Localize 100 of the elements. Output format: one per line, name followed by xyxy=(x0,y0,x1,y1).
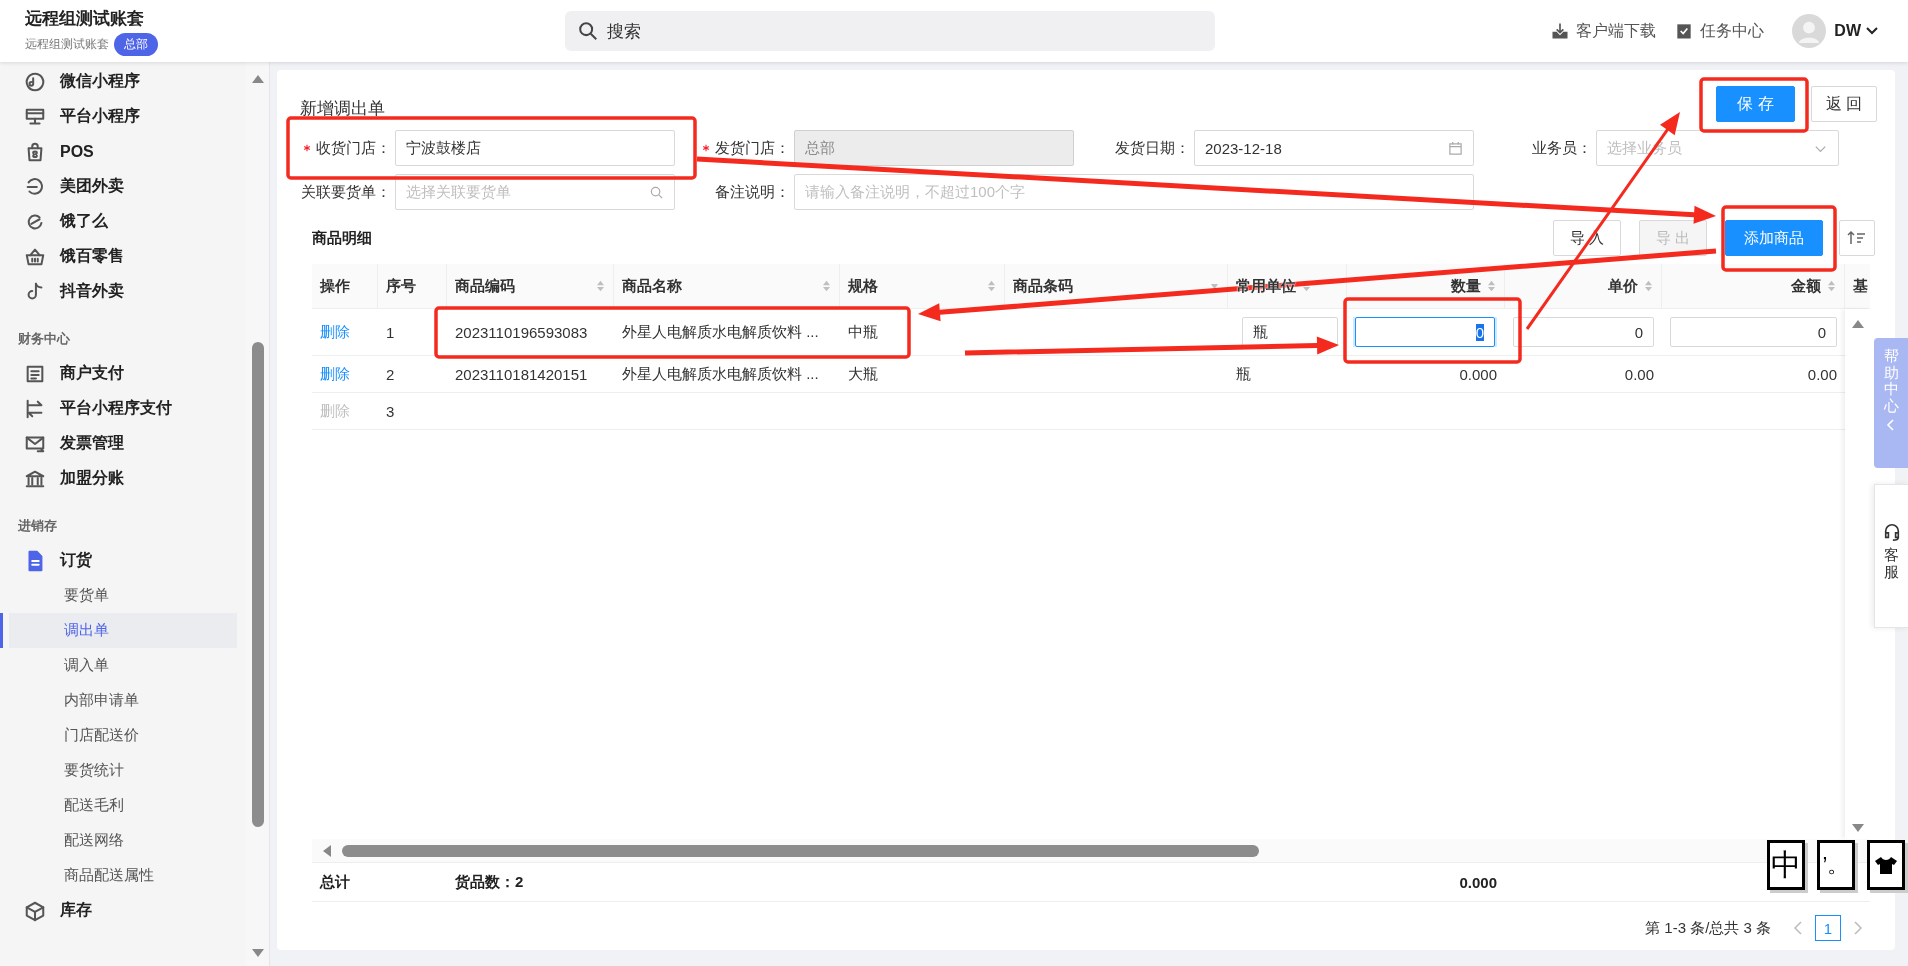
submenu-item[interactable]: 内部申请单 xyxy=(0,683,246,718)
sort-arrows-icon[interactable] xyxy=(1644,279,1653,293)
submenu-item[interactable]: 配送毛利 xyxy=(0,788,246,823)
column-header[interactable]: 单价 xyxy=(1608,276,1638,296)
number-field[interactable]: 0 xyxy=(1355,317,1495,347)
asterisk-icon xyxy=(303,144,311,152)
search-field[interactable]: 搜索 xyxy=(565,11,1215,51)
scroll-down-icon[interactable] xyxy=(1850,823,1865,833)
table-cell: 2 xyxy=(386,365,395,383)
sort-icon xyxy=(1847,230,1867,246)
submenu-item[interactable]: 配送网络 xyxy=(0,823,246,858)
header-action[interactable]: 任务中心 xyxy=(1674,20,1765,42)
sort-arrows-icon[interactable] xyxy=(596,279,605,293)
scroll-up-icon[interactable] xyxy=(1850,319,1865,329)
ime-key[interactable]: 中 xyxy=(1767,840,1805,890)
field-label: 关联要货单： xyxy=(301,182,391,202)
table-cell: 外星人电解质水电解质饮料 ... xyxy=(622,364,819,382)
submenu-item[interactable]: 要货统计 xyxy=(0,753,246,788)
section-heading: 商品明细 xyxy=(312,228,372,248)
user-menu[interactable]: DW xyxy=(1834,22,1878,40)
field-label: 收货门店： xyxy=(316,138,391,158)
menu-item[interactable]: 发票管理 xyxy=(0,426,246,461)
total-label: 总计 xyxy=(320,872,350,890)
table-cell: 大瓶 xyxy=(848,364,878,382)
sort-arrows-icon[interactable] xyxy=(987,279,996,293)
scrollbar-thumb[interactable] xyxy=(251,342,264,827)
total-quantity: 0.000 xyxy=(1459,873,1497,891)
column-header[interactable]: 规格 xyxy=(848,276,878,296)
branch-badge: 总部 xyxy=(114,32,158,56)
menu-item[interactable]: 平台小程序支付 xyxy=(0,391,246,426)
submenu-item[interactable]: 调入单 xyxy=(0,648,246,683)
menu-item[interactable]: 加盟分账 xyxy=(0,461,246,496)
field-label: 业务员： xyxy=(1532,138,1592,158)
menu-item[interactable]: POS xyxy=(0,134,246,169)
table-cell: 中瓶 xyxy=(848,322,878,340)
section-title: 进销存 xyxy=(17,518,58,535)
ime-key[interactable]: ’。 xyxy=(1817,840,1855,890)
scroll-down-icon[interactable] xyxy=(250,948,265,958)
next-page-icon[interactable] xyxy=(1853,920,1863,936)
menu-item[interactable]: 美团外卖 xyxy=(0,169,246,204)
column-header[interactable]: 基 xyxy=(1853,276,1868,296)
avatar-icon xyxy=(1792,14,1827,48)
column-header[interactable]: 商品条码 xyxy=(1013,276,1073,296)
menu-item[interactable]: 订货 xyxy=(0,543,246,578)
search-icon xyxy=(649,184,664,200)
table-cell: 0.00 xyxy=(1807,365,1837,383)
menu-item[interactable]: 平台小程序 xyxy=(0,99,246,134)
dropdown-icon[interactable] xyxy=(1210,282,1219,290)
download-icon xyxy=(1550,21,1571,41)
field-label: 发货门店： xyxy=(715,138,790,158)
scroll-left-icon[interactable] xyxy=(322,843,332,858)
customer-service-tab[interactable]: 客服 xyxy=(1874,484,1908,628)
calendar-icon xyxy=(1448,140,1463,156)
page-title: 新增调出单 xyxy=(300,97,385,120)
column-header[interactable]: 数量 xyxy=(1451,276,1481,296)
table-cell: 2023110181420151 xyxy=(455,365,588,383)
column-header[interactable]: 操作 xyxy=(320,276,350,296)
headset-icon xyxy=(1882,523,1901,541)
column-header[interactable]: 商品编码 xyxy=(455,276,515,296)
chevron-down-icon xyxy=(1866,27,1878,35)
submenu-item[interactable]: 要货单 xyxy=(0,578,246,613)
sort-arrows-icon[interactable] xyxy=(822,279,831,293)
menu-item[interactable]: 商户支付 xyxy=(0,356,246,391)
previous-page-icon[interactable] xyxy=(1793,920,1803,936)
header-action[interactable]: 客户端下载 xyxy=(1550,20,1657,42)
field-label: 发货日期： xyxy=(1115,138,1190,158)
column-header[interactable]: 金额 xyxy=(1791,276,1821,296)
submenu-item[interactable]: 门店配送价 xyxy=(0,718,246,753)
table-cell: 3 xyxy=(386,402,395,420)
asterisk-icon xyxy=(702,144,710,152)
section-title: 财务中心 xyxy=(17,331,71,348)
sort-arrows-icon[interactable] xyxy=(1827,279,1836,293)
circle-icon xyxy=(24,70,46,93)
menu-item[interactable]: 库存 xyxy=(0,893,246,928)
chevron-left-icon xyxy=(1886,418,1896,432)
swirl-icon xyxy=(24,175,46,198)
account-title: 远程组测试账套 xyxy=(25,7,145,30)
form-button[interactable]: 返 回 xyxy=(1810,86,1877,122)
table-cell: 0.000 xyxy=(1459,365,1497,383)
number-field[interactable]: 0 xyxy=(1670,317,1837,347)
menu-item[interactable]: 饿百零售 xyxy=(0,239,246,274)
ime-key[interactable] xyxy=(1867,840,1905,890)
sort-button[interactable] xyxy=(1839,220,1875,256)
number-field[interactable]: 0 xyxy=(1513,317,1654,347)
menu-item[interactable]: 抖音外卖 xyxy=(0,274,246,309)
submenu-item[interactable]: 商品配送属性 xyxy=(0,858,246,893)
column-header[interactable]: 序号 xyxy=(386,276,416,296)
table-cell: 2023110196593083 xyxy=(455,323,588,341)
input-field[interactable]: 宁波鼓楼店 xyxy=(395,130,675,166)
date-field[interactable]: 2023-12-18 xyxy=(1194,130,1474,166)
box-icon xyxy=(24,899,46,922)
column-header[interactable]: 商品名称 xyxy=(622,276,682,296)
scroll-up-icon[interactable] xyxy=(250,74,265,84)
table-cell: 0.00 xyxy=(1624,365,1654,383)
menu-item[interactable]: 微信小程序 xyxy=(0,64,246,99)
menu-item[interactable]: 饿了么 xyxy=(0,204,246,239)
pagination-summary: 第 1-3 条/总共 3 条 xyxy=(1645,918,1771,938)
sort-arrows-icon[interactable] xyxy=(1487,279,1496,293)
table-cell: 瓶 xyxy=(1236,364,1251,382)
search-icon xyxy=(577,20,599,42)
